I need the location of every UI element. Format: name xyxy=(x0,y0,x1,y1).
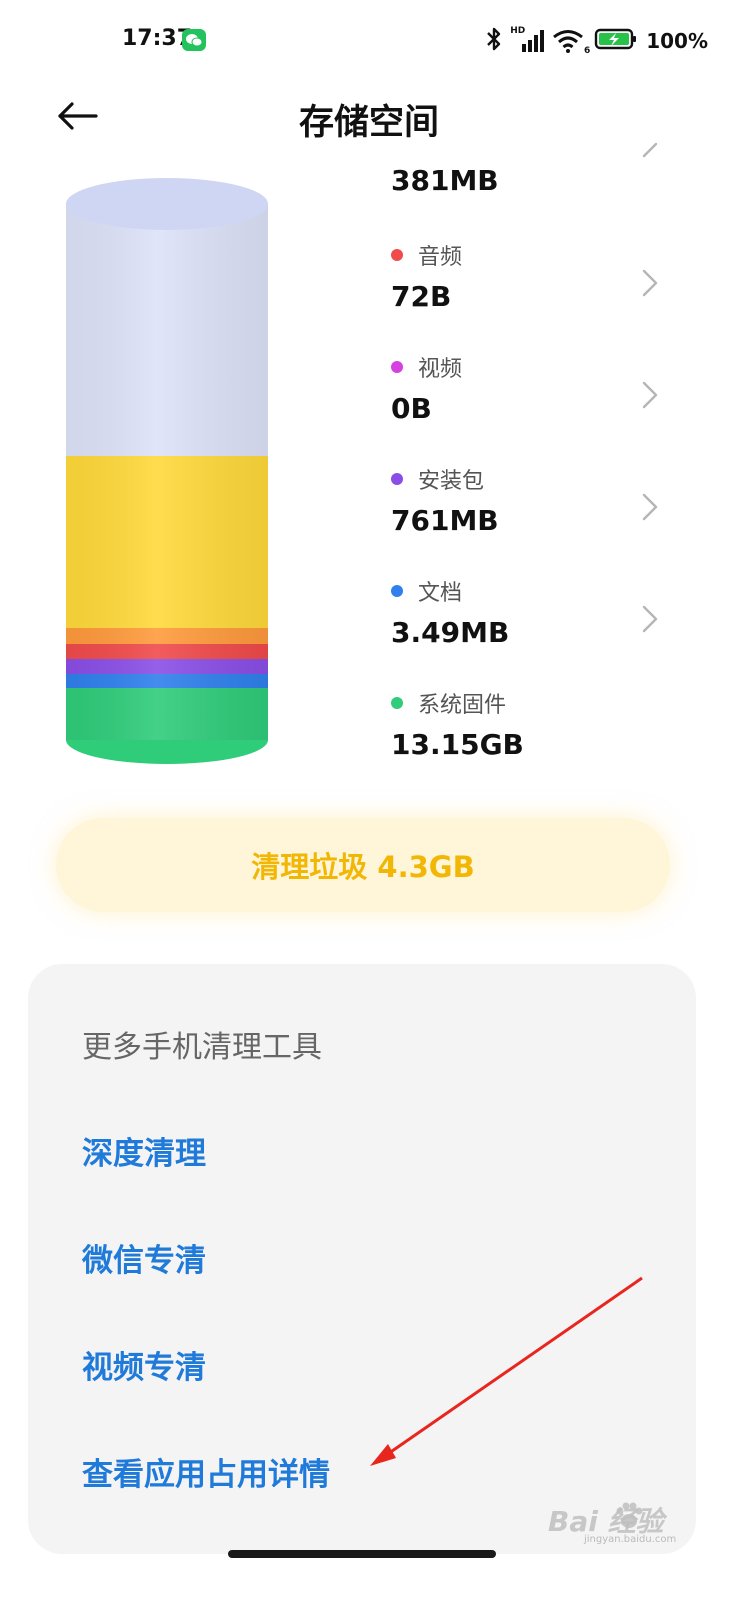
storage-category-item[interactable]: 音频 72B xyxy=(388,240,688,340)
video-clean-link[interactable]: 视频专清 xyxy=(82,1342,206,1387)
storage-cylinder-chart xyxy=(58,168,278,768)
home-indicator[interactable] xyxy=(228,1550,496,1558)
category-label-row: 音频 xyxy=(388,240,462,270)
category-size: 3.49MB xyxy=(391,616,510,649)
category-size: 13.15GB xyxy=(391,728,524,761)
category-size: 381MB xyxy=(391,164,499,197)
bluetooth-icon xyxy=(486,26,502,56)
wechat-icon xyxy=(182,29,206,51)
clean-junk-button[interactable]: 清理垃圾 4.3GB xyxy=(56,818,670,912)
storage-category-item: 系统固件 13.15GB xyxy=(388,688,688,788)
clean-junk-label: 清理垃圾 4.3GB xyxy=(251,850,475,884)
watermark-url: jingyan.baidu.com xyxy=(584,1534,677,1545)
more-tools-card: 更多手机清理工具 深度清理 微信专清 视频专清 查看应用占用详情 xyxy=(28,964,696,1554)
wifi-tag: 6 xyxy=(583,46,591,56)
app-usage-details-link[interactable]: 查看应用占用详情 xyxy=(82,1449,330,1494)
cylinder-shading xyxy=(66,204,268,740)
chevron-right-icon xyxy=(642,381,658,409)
chevron-right-icon xyxy=(642,605,658,633)
category-label: 系统固件 xyxy=(418,693,507,718)
wifi-icon: 6 xyxy=(552,28,590,56)
more-tools-title: 更多手机清理工具 xyxy=(82,1030,322,1065)
category-size: 0B xyxy=(391,392,432,425)
category-color-dot xyxy=(391,585,403,597)
category-color-dot xyxy=(391,697,403,709)
category-label: 视频 xyxy=(418,357,463,382)
wechat-clean-link[interactable]: 微信专清 xyxy=(82,1235,206,1280)
paw-icon xyxy=(614,1502,644,1534)
chevron-right-icon xyxy=(642,269,658,297)
category-label-row: 文档 xyxy=(388,576,462,606)
status-icons: HD 6 100% xyxy=(486,26,708,56)
category-color-dot xyxy=(391,361,403,373)
storage-category-item[interactable]: 381MB xyxy=(388,142,688,250)
cylinder-top xyxy=(66,178,268,230)
category-color-dot xyxy=(391,473,403,485)
category-size: 72B xyxy=(391,280,452,313)
chevron-right-icon xyxy=(642,493,658,521)
page-title: 存储空间 xyxy=(298,103,439,143)
category-label-row: 安装包 xyxy=(388,464,484,494)
storage-category-item[interactable]: 视频 0B xyxy=(388,352,688,452)
storage-category-item[interactable]: 安装包 761MB xyxy=(388,464,688,564)
chevron-right-icon xyxy=(642,142,658,158)
battery-percent: 100% xyxy=(646,29,708,53)
status-bar: 17:37 HD 6 100% xyxy=(0,0,738,84)
category-label-row: 系统固件 xyxy=(388,688,506,718)
baidu-watermark: Bai 经验 jingyan.baidu.com xyxy=(548,1494,698,1545)
cellular-signal-icon: HD xyxy=(510,26,545,54)
deep-clean-link[interactable]: 深度清理 xyxy=(82,1128,206,1173)
category-color-dot xyxy=(391,249,403,261)
category-label: 安装包 xyxy=(418,469,485,494)
battery-charging-icon xyxy=(594,27,638,55)
category-label: 文档 xyxy=(418,581,463,606)
category-label-row: 视频 xyxy=(388,352,462,382)
storage-category-item[interactable]: 文档 3.49MB xyxy=(388,576,688,676)
category-size: 761MB xyxy=(391,504,499,537)
category-label: 音频 xyxy=(418,245,463,270)
